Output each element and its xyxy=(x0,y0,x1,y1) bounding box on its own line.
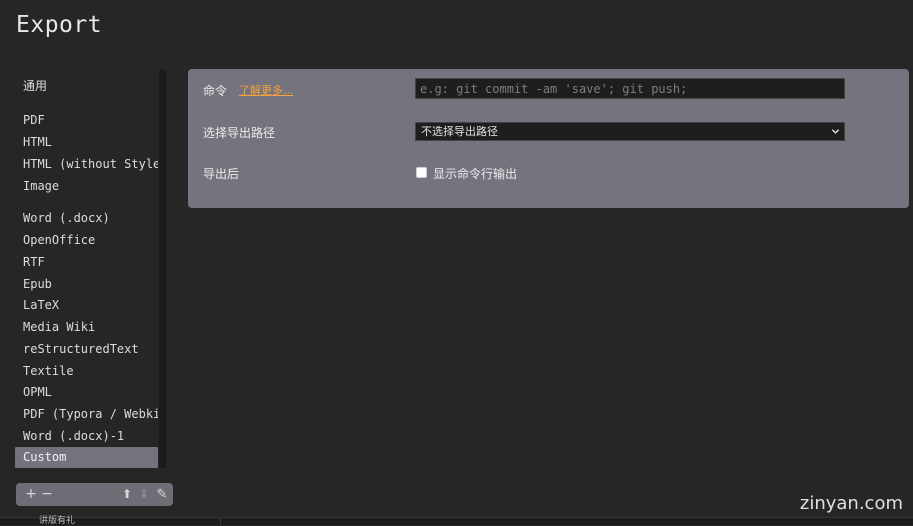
export-format-list: 通用 PDF HTML HTML (without Styles) Image … xyxy=(15,70,159,468)
learn-more-link[interactable]: 了解更多... xyxy=(239,82,294,98)
command-input[interactable] xyxy=(415,78,845,99)
sidebar-toolbar: + − ⬆ ⬇ ✎ xyxy=(16,483,173,506)
edit-icon[interactable]: ✎ xyxy=(155,483,169,506)
sidebar-item-opml[interactable]: OPML xyxy=(15,382,158,403)
after-export-label: 导出后 xyxy=(203,167,240,181)
sidebar-item-restructuredtext[interactable]: reStructuredText xyxy=(15,339,158,360)
show-output-checkbox-label: 显示命令行输出 xyxy=(433,167,518,181)
sidebar-item-pdf-typora-webkit[interactable]: PDF (Typora / Webkit) xyxy=(15,404,158,425)
sidebar-item-media-wiki[interactable]: Media Wiki xyxy=(15,317,158,338)
taskbar-text: 讲版有礼 xyxy=(39,516,76,526)
command-label: 命令 xyxy=(203,84,228,98)
sidebar-item-general[interactable]: 通用 xyxy=(15,76,158,97)
sidebar-item-latex[interactable]: LaTeX xyxy=(15,295,158,316)
sidebar-item-word[interactable]: Word (.docx) xyxy=(15,208,158,229)
move-up-icon[interactable]: ⬆ xyxy=(120,483,134,506)
sidebar-item-openoffice[interactable]: OpenOffice xyxy=(15,230,158,251)
sidebar-item-word-1[interactable]: Word (.docx)-1 xyxy=(15,426,158,447)
sidebar-scrollbar[interactable] xyxy=(159,70,166,468)
sidebar-item-html[interactable]: HTML xyxy=(15,132,158,153)
sidebar-item-custom[interactable]: Custom xyxy=(15,447,158,468)
sidebar-item-pdf[interactable]: PDF xyxy=(15,110,158,131)
export-path-select[interactable]: 不选择导出路径 xyxy=(415,122,845,141)
custom-export-settings-panel: 命令 了解更多... 选择导出路径 不选择导出路径 导出后 显示命令行输出 xyxy=(188,69,909,208)
remove-icon[interactable]: − xyxy=(40,483,54,506)
sidebar-item-html-without-styles[interactable]: HTML (without Styles) xyxy=(15,154,158,175)
sidebar-item-rtf[interactable]: RTF xyxy=(15,252,158,273)
sidebar-item-textile[interactable]: Textile xyxy=(15,361,158,382)
chevron-down-icon xyxy=(831,129,840,134)
export-path-value: 不选择导出路径 xyxy=(421,125,498,138)
export-path-label: 选择导出路径 xyxy=(203,126,276,140)
move-down-icon[interactable]: ⬇ xyxy=(137,483,151,506)
sidebar-item-image[interactable]: Image xyxy=(15,176,158,197)
add-icon[interactable]: + xyxy=(24,483,38,506)
watermark: zinyan.com xyxy=(799,493,903,514)
sidebar-item-epub[interactable]: Epub xyxy=(15,274,158,295)
window-title: Export xyxy=(16,12,103,38)
show-output-checkbox[interactable] xyxy=(416,167,427,178)
